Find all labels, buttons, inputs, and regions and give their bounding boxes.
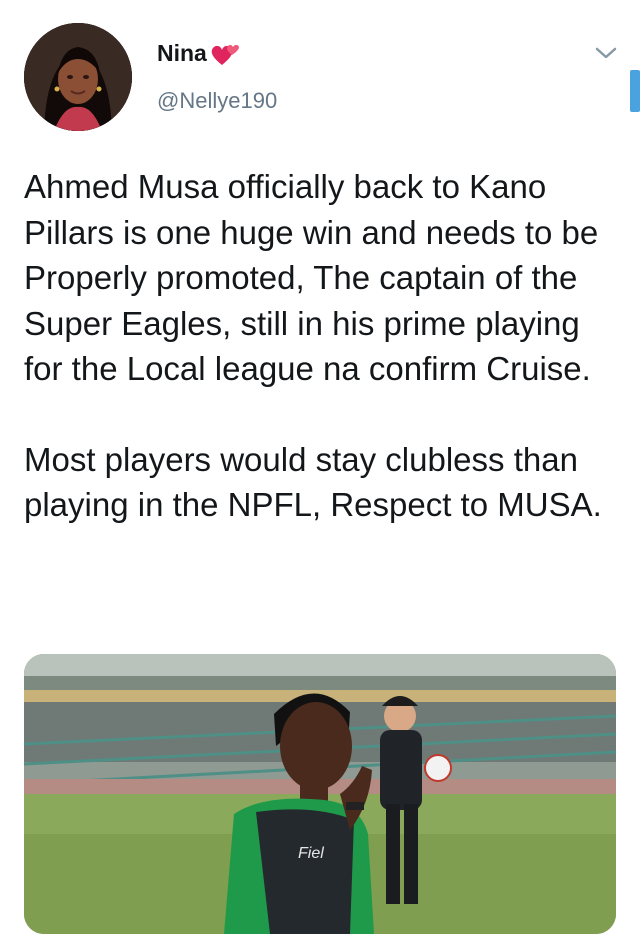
avatar[interactable] xyxy=(24,23,132,131)
avatar-photo xyxy=(24,23,132,131)
tweet-paragraph: Most players would stay clubless than pl… xyxy=(24,440,602,524)
media-photo-image: Fiel xyxy=(24,654,616,934)
two-hearts-icon xyxy=(210,41,240,67)
jersey-text: Fiel xyxy=(298,845,324,862)
tweet-paragraph: Ahmed Musa officially back to Kano Pilla… xyxy=(24,168,599,387)
display-name[interactable]: Nina xyxy=(157,40,207,67)
user-handle[interactable]: @Nellye190 xyxy=(157,88,277,114)
tweet-media-photo[interactable]: Fiel xyxy=(24,654,616,934)
tweet-text: Ahmed Musa officially back to Kano Pilla… xyxy=(24,164,624,528)
chevron-down-icon[interactable] xyxy=(593,44,619,62)
author-name-row[interactable]: Nina xyxy=(157,40,240,67)
scrollbar-thumb[interactable] xyxy=(630,70,640,112)
